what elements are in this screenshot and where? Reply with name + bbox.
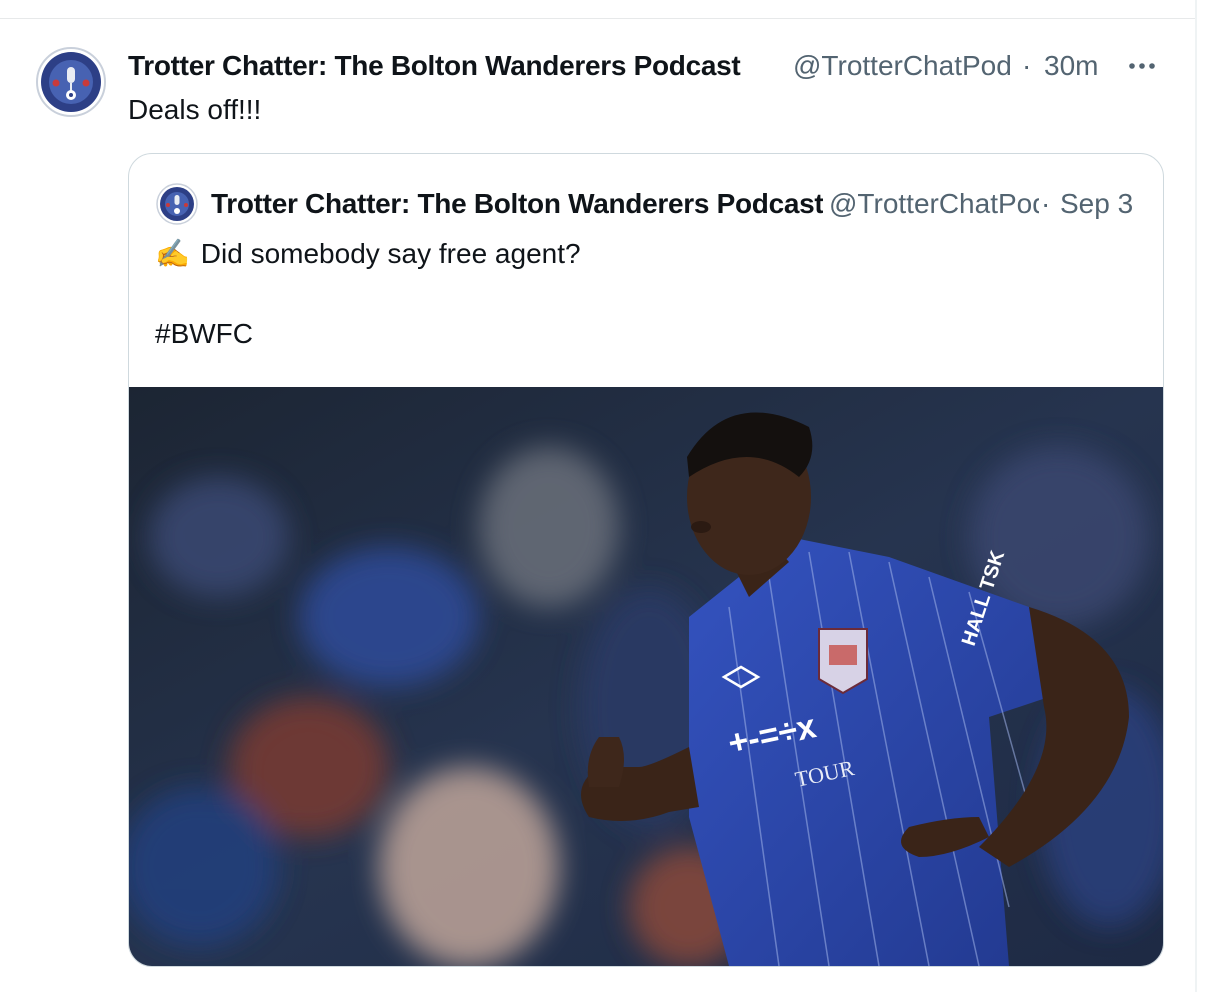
column-border: [1195, 0, 1197, 992]
quoted-author-handle[interactable]: @TrotterChatPod: [829, 184, 1039, 224]
author-name[interactable]: Trotter Chatter: The Bolton Wanderers Po…: [128, 46, 790, 86]
more-horizontal-icon: [1129, 63, 1155, 69]
separator-dot: ·: [1022, 50, 1032, 81]
writing-hand-emoji: ✍️: [155, 238, 190, 269]
timeline-divider: [0, 18, 1196, 19]
quoted-timestamp[interactable]: Sep 3: [1060, 184, 1133, 224]
quoted-author-name[interactable]: Trotter Chatter: The Bolton Wanderers Po…: [211, 184, 823, 224]
football-player-photo: +-=÷x TOUR HALL TSK: [129, 387, 1163, 966]
hashtag-bwfc[interactable]: #BWFC: [155, 314, 253, 354]
quoted-text: Did somebody say free agent?: [200, 238, 581, 269]
author-handle[interactable]: @TrotterChatPod: [793, 46, 1023, 86]
quoted-tweet-text: ✍️ Did somebody say free agent?: [155, 234, 581, 274]
more-options-button[interactable]: [1122, 48, 1164, 84]
tweet-header: Trotter Chatter: The Bolton Wanderers Po…: [128, 46, 1128, 86]
quoted-tweet-header: Trotter Chatter: The Bolton Wanderers Po…: [211, 184, 1151, 224]
tweet-photo[interactable]: +-=÷x TOUR HALL TSK: [129, 387, 1163, 966]
tweet-text: Deals off!!!: [128, 94, 262, 125]
tweet-timestamp[interactable]: 30m: [1044, 46, 1098, 86]
quoted-tweet[interactable]: Trotter Chatter: The Bolton Wanderers Po…: [128, 153, 1164, 967]
author-avatar[interactable]: [34, 45, 108, 119]
quoted-separator-dot: ·: [1041, 188, 1051, 219]
quoted-author-avatar[interactable]: [155, 182, 199, 226]
